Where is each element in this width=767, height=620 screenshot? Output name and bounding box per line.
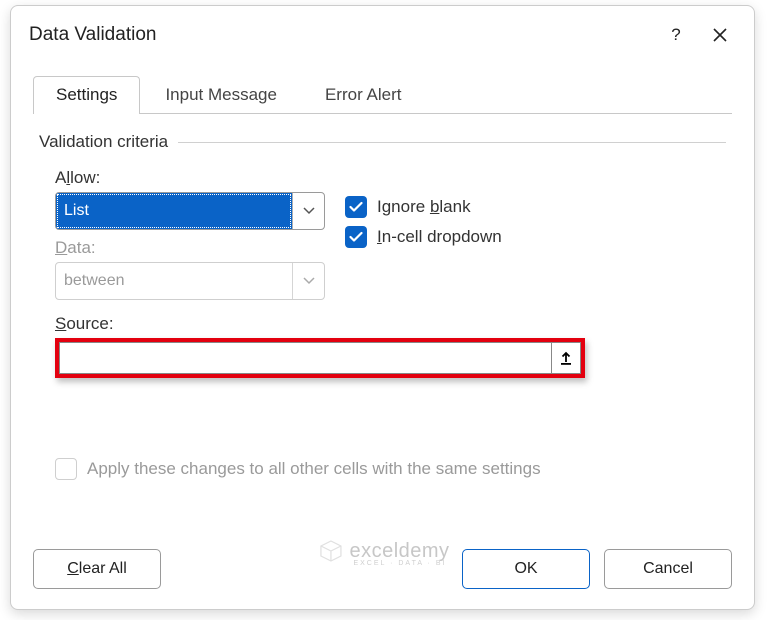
cancel-button[interactable]: Cancel: [604, 549, 732, 589]
source-label: Source:: [55, 314, 726, 334]
data-combo: between: [55, 262, 325, 300]
allow-label: Allow:: [55, 168, 345, 188]
source-input-highlight: [55, 338, 585, 378]
close-button[interactable]: [698, 17, 742, 53]
checkbox-checked-icon: [345, 226, 367, 248]
allow-value: List: [56, 193, 292, 229]
dialog-title: Data Validation: [29, 24, 654, 46]
checkbox-checked-icon: [345, 196, 367, 218]
close-icon: [713, 28, 727, 42]
data-label: Data:: [55, 238, 345, 258]
range-picker-button[interactable]: [551, 342, 581, 374]
settings-panel: Validation criteria Allow: List D: [11, 114, 754, 539]
data-validation-dialog: Data Validation ? Settings Input Message…: [10, 5, 755, 610]
ignore-blank-label: Ignore blank: [377, 197, 471, 217]
data-value: between: [56, 263, 292, 299]
allow-combo[interactable]: List: [55, 192, 325, 230]
help-icon: ?: [671, 25, 680, 45]
group-validation-criteria: Validation criteria: [39, 132, 726, 152]
collapse-dialog-icon: [558, 350, 574, 366]
chevron-down-icon: [292, 193, 324, 229]
source-input[interactable]: [59, 342, 551, 374]
checkbox-unchecked-icon: [55, 458, 77, 480]
ok-button[interactable]: OK: [462, 549, 590, 589]
tab-error-alert[interactable]: Error Alert: [302, 76, 425, 114]
help-button[interactable]: ?: [654, 17, 698, 53]
ignore-blank-checkbox[interactable]: Ignore blank: [345, 196, 502, 218]
tab-strip: Settings Input Message Error Alert: [11, 58, 754, 114]
apply-all-label: Apply these changes to all other cells w…: [87, 459, 541, 479]
chevron-down-icon: [292, 263, 324, 299]
tab-input-message[interactable]: Input Message: [142, 76, 300, 114]
clear-all-button[interactable]: Clear All: [33, 549, 161, 589]
titlebar: Data Validation ?: [11, 6, 754, 58]
tab-settings[interactable]: Settings: [33, 76, 140, 114]
incell-dropdown-checkbox[interactable]: In-cell dropdown: [345, 226, 502, 248]
incell-dropdown-label: In-cell dropdown: [377, 227, 502, 247]
dialog-footer: Clear All OK Cancel: [11, 539, 754, 609]
apply-all-checkbox: Apply these changes to all other cells w…: [55, 458, 726, 480]
